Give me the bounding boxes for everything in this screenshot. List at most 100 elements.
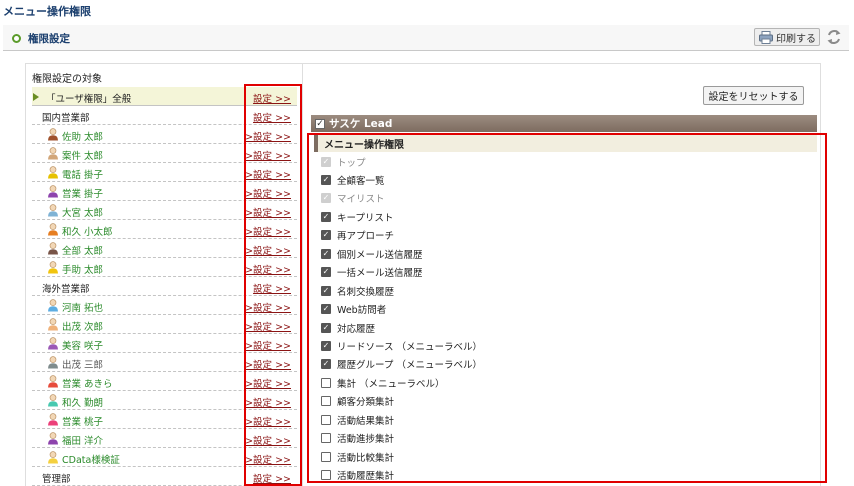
permission-checkbox[interactable]: ✓ xyxy=(321,230,331,241)
setting-link[interactable]: 設定 >> xyxy=(253,91,291,105)
setting-link[interactable]: >設定 >> xyxy=(245,338,291,352)
setting-link[interactable]: >設定 >> xyxy=(245,148,291,162)
permission-label: 対応履歴 xyxy=(337,323,376,335)
permission-checkbox[interactable]: ✓ xyxy=(321,322,331,333)
setting-link[interactable]: >設定 >> xyxy=(245,414,291,428)
print-button[interactable]: 印刷する xyxy=(754,28,820,46)
row-label[interactable]: 案件 太郎 xyxy=(62,148,103,162)
all-users-row[interactable]: 「ユーザ権限」全般 設定 >> xyxy=(32,87,297,106)
user-row[interactable]: 美容 咲子 >設定 >> xyxy=(32,334,297,353)
user-row[interactable]: 案件 太郎 >設定 >> xyxy=(32,144,297,163)
permission-checkbox[interactable]: ✓ xyxy=(321,359,331,370)
menu-permission-item: ✓ 再アプローチ xyxy=(321,227,394,244)
permission-label: リードソース （メニューラベル） xyxy=(337,342,483,353)
permission-label: 履歴グループ （メニューラベル） xyxy=(337,360,482,372)
permission-checkbox[interactable]: ✓ xyxy=(321,285,331,296)
setting-link[interactable]: >設定 >> xyxy=(245,376,291,390)
row-label[interactable]: 電話 掛子 xyxy=(62,167,103,181)
row-label[interactable]: 「ユーザ権限」全般 xyxy=(46,91,131,105)
setting-link[interactable]: >設定 >> xyxy=(245,224,291,238)
group-row[interactable]: 国内営業部 設定 >> xyxy=(32,106,297,125)
permission-checkbox[interactable]: ✓ xyxy=(321,341,331,351)
setting-link[interactable]: >設定 >> xyxy=(245,186,291,200)
refresh-icon[interactable] xyxy=(825,28,843,46)
user-row[interactable]: 営業 あきら >設定 >> xyxy=(32,372,297,391)
permission-label: 活動比較集計 xyxy=(337,452,395,464)
reset-settings-button[interactable]: 設定をリセットする xyxy=(703,86,804,105)
menu-permission-item: ✓ 一括メール送信履歴 xyxy=(321,264,423,281)
user-row[interactable]: 出茂 次郎 >設定 >> xyxy=(32,315,297,334)
user-row[interactable]: CData様検証 >設定 >> xyxy=(32,448,297,467)
row-label[interactable]: 出茂 三郎 xyxy=(62,357,103,371)
permission-target-panel: 権限設定の対象 「ユーザ権限」全般 設定 >> 国内営業部 設定 >> 佐助 太郎 >設定… xyxy=(25,63,303,486)
menu-permission-item: ✓ リードソース （メニューラベル） xyxy=(321,338,482,355)
menu-permission-panel: 設定をリセットする ✓ サスケ Lead メニュー操作権限 ✓ トップ ✓ 全顧客一覧… xyxy=(303,63,821,486)
setting-link[interactable]: 設定 >> xyxy=(253,471,291,485)
row-label[interactable]: 福田 洋介 xyxy=(62,433,103,447)
setting-link[interactable]: >設定 >> xyxy=(245,452,291,466)
setting-link[interactable]: >設定 >> xyxy=(245,205,291,219)
permission-checkbox[interactable]: ✓ xyxy=(321,174,331,185)
permission-checkbox[interactable]: ✓ xyxy=(321,211,331,222)
menu-permission-item: ✓ トップ xyxy=(321,153,366,170)
group-row[interactable]: 管理部 設定 >> xyxy=(32,467,297,486)
user-row[interactable]: 出茂 三郎 >設定 >> xyxy=(32,353,297,372)
user-row[interactable]: 大宮 太郎 >設定 >> xyxy=(32,201,297,220)
user-row[interactable]: 営業 掛子 >設定 >> xyxy=(32,182,297,201)
row-label[interactable]: 佐助 太郎 xyxy=(62,129,103,143)
user-icon xyxy=(48,299,58,312)
user-row[interactable]: 手助 太郎 >設定 >> xyxy=(32,258,297,277)
setting-link[interactable]: >設定 >> xyxy=(245,357,291,371)
permission-checkbox[interactable] xyxy=(321,470,331,481)
user-row[interactable]: 全部 太郎 >設定 >> xyxy=(32,239,297,258)
user-row[interactable]: 佐助 太郎 >設定 >> xyxy=(32,125,297,144)
setting-link[interactable]: >設定 >> xyxy=(245,433,291,447)
permission-label: トップ xyxy=(337,157,366,169)
row-label[interactable]: 河南 拓也 xyxy=(62,300,103,314)
user-row[interactable]: 河南 拓也 >設定 >> xyxy=(32,296,297,315)
setting-link[interactable]: 設定 >> xyxy=(253,281,291,295)
row-label[interactable]: 大宮 太郎 xyxy=(62,205,103,219)
row-label[interactable]: 出茂 次郎 xyxy=(62,319,103,333)
row-label[interactable]: 営業 掛子 xyxy=(62,186,103,200)
setting-link[interactable]: >設定 >> xyxy=(245,300,291,314)
row-label[interactable]: 手助 太郎 xyxy=(62,262,103,276)
setting-link[interactable]: >設定 >> xyxy=(245,395,291,409)
row-label[interactable]: 和久 小太郎 xyxy=(62,224,113,238)
row-label[interactable]: 和久 勤朗 xyxy=(62,395,103,409)
permission-checkbox[interactable] xyxy=(321,433,331,444)
setting-link[interactable]: >設定 >> xyxy=(245,167,291,181)
permission-checkbox[interactable] xyxy=(321,451,331,462)
product-checkbox[interactable]: ✓ xyxy=(315,118,325,129)
setting-link[interactable]: >設定 >> xyxy=(245,129,291,143)
row-label[interactable]: 美容 咲子 xyxy=(62,338,103,352)
product-header[interactable]: ✓ サスケ Lead xyxy=(311,115,817,132)
user-row[interactable]: 和久 小太郎 >設定 >> xyxy=(32,220,297,239)
user-icon xyxy=(48,356,58,369)
user-row[interactable]: 電話 掛子 >設定 >> xyxy=(32,163,297,182)
setting-link[interactable]: 設定 >> xyxy=(253,110,291,124)
permission-checkbox[interactable]: ✓ xyxy=(321,304,331,315)
menu-permission-item: ✓ キープリスト xyxy=(321,208,393,225)
setting-link[interactable]: >設定 >> xyxy=(245,243,291,257)
group-row[interactable]: 海外営業部 設定 >> xyxy=(32,277,297,296)
user-row[interactable]: 和久 勤朗 >設定 >> xyxy=(32,391,297,410)
permission-label: 一括メール送信履歴 xyxy=(337,268,423,280)
menu-permission-item: 活動比較集計 xyxy=(321,448,394,465)
permission-checkbox[interactable] xyxy=(321,377,331,388)
user-row[interactable]: 福田 洋介 >設定 >> xyxy=(32,429,297,448)
permission-checkbox[interactable] xyxy=(321,396,331,407)
setting-link[interactable]: >設定 >> xyxy=(245,319,291,333)
setting-link[interactable]: >設定 >> xyxy=(245,262,291,276)
row-label[interactable]: CData様検証 xyxy=(62,452,120,466)
permission-checkbox[interactable]: ✓ xyxy=(321,267,331,278)
menu-permission-header: メニュー操作権限 xyxy=(314,135,817,152)
row-label[interactable]: 営業 あきら xyxy=(62,376,113,390)
product-label: サスケ Lead xyxy=(329,118,393,130)
user-row[interactable]: 営業 桃子 >設定 >> xyxy=(32,410,297,429)
menu-permission-item: ✓ 全顧客一覧 xyxy=(321,171,385,188)
row-label[interactable]: 営業 桃子 xyxy=(62,414,103,428)
permission-checkbox[interactable]: ✓ xyxy=(321,248,331,259)
permission-checkbox[interactable] xyxy=(321,414,331,425)
row-label[interactable]: 全部 太郎 xyxy=(62,243,103,257)
